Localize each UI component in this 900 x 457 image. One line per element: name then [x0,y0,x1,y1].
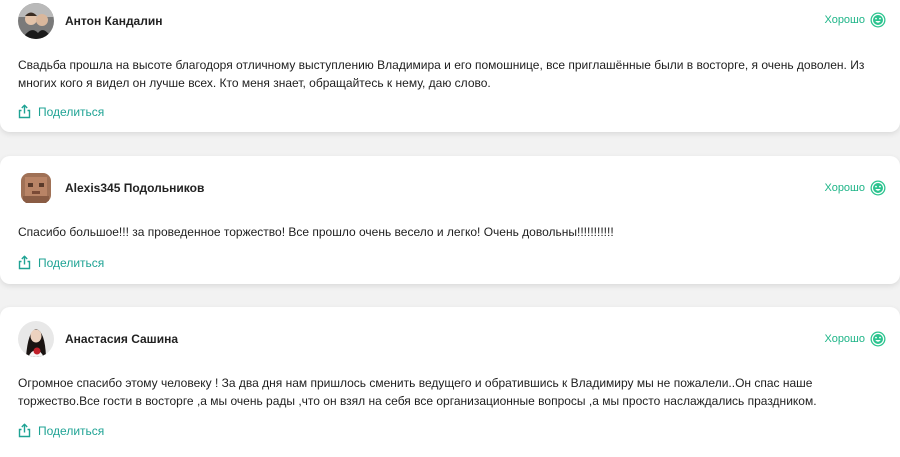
smile-icon [870,180,886,196]
share-label: Поделиться [38,255,105,270]
rating-label: Хорошо [824,333,865,345]
rating: Хорошо [824,331,886,347]
rating-label: Хорошо [824,14,865,26]
share-label: Поделиться [38,104,105,119]
avatar[interactable] [18,321,54,357]
review-header: Alexis345 Подольников [18,170,204,206]
review-card: Alexis345 Подольников Хорошо Спасибо бол… [0,156,900,284]
smile-icon [870,331,886,347]
author-name[interactable]: Анастасия Сашина [65,332,178,346]
author-name[interactable]: Alexis345 Подольников [65,181,204,195]
share-label: Поделиться [38,423,105,438]
review-card: Анастасия Сашина Хорошо Огромное спасибо… [0,307,900,457]
review-text: Спасибо большое!!! за проведенное торжес… [18,225,614,239]
smile-icon [870,12,886,28]
share-icon [17,255,32,270]
share-button[interactable]: Поделиться [17,255,104,270]
review-header: Антон Кандалин [18,3,162,39]
review-header: Анастасия Сашина [18,321,178,357]
review-card: Антон Кандалин Хорошо Свадьба прошла на … [0,0,900,132]
rating: Хорошо [824,180,886,196]
avatar[interactable] [18,3,54,39]
share-button[interactable]: Поделиться [17,423,104,438]
review-text: Огромное спасибо этому человеку ! За два… [18,376,817,408]
share-icon [17,423,32,438]
author-name[interactable]: Антон Кандалин [65,14,162,28]
review-text: Свадьба прошла на высоте благодоря отлич… [18,58,865,90]
share-button[interactable]: Поделиться [17,104,104,119]
rating-label: Хорошо [824,182,865,194]
rating: Хорошо [824,12,886,28]
avatar[interactable] [18,170,54,206]
share-icon [17,104,32,119]
